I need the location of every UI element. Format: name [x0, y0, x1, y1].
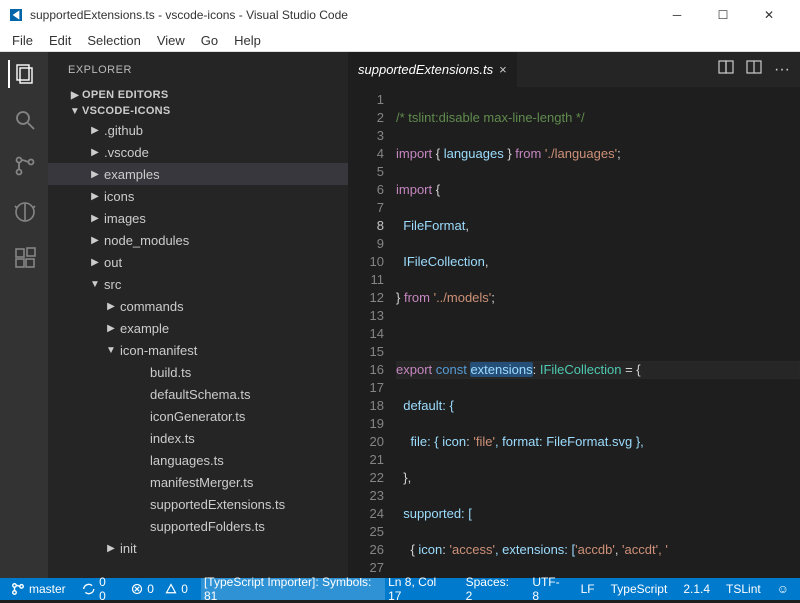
folder-commands[interactable]: ▶commands: [48, 295, 348, 317]
tab-label: supportedExtensions.ts: [358, 62, 493, 77]
status-spaces[interactable]: Spaces: 2: [463, 578, 520, 600]
maximize-button[interactable]: ☐: [700, 0, 746, 30]
status-eol[interactable]: LF: [578, 578, 598, 600]
search-icon[interactable]: [10, 106, 38, 134]
folder-init[interactable]: ▶init: [48, 537, 348, 559]
statusbar: master 0 0 0 0 [TypeScript Importer]: Sy…: [0, 578, 800, 600]
feedback-icon[interactable]: ☺: [774, 578, 792, 600]
folder-examples[interactable]: ▶examples: [48, 163, 348, 185]
status-branch[interactable]: master: [8, 578, 69, 600]
menu-go[interactable]: Go: [193, 31, 226, 50]
folder-icons[interactable]: ▶icons: [48, 185, 348, 207]
close-icon[interactable]: ×: [499, 62, 507, 77]
line-numbers: 1234567891011121314151617181920212223242…: [348, 87, 396, 578]
code-content[interactable]: /* tslint:disable max-line-length */ imp…: [396, 87, 800, 578]
status-language[interactable]: TypeScript: [608, 578, 671, 600]
extensions-icon[interactable]: [10, 244, 38, 272]
file-supportedFolders[interactable]: supportedFolders.ts: [48, 515, 348, 537]
debug-icon[interactable]: [10, 198, 38, 226]
code-editor[interactable]: 1234567891011121314151617181920212223242…: [348, 87, 800, 578]
editor-group: supportedExtensions.ts × ··· 12345678910…: [348, 52, 800, 578]
project-header[interactable]: ▼VSCODE-ICONS: [48, 103, 348, 119]
minimize-button[interactable]: ─: [654, 0, 700, 30]
status-encoding[interactable]: UTF-8: [529, 578, 567, 600]
status-errors[interactable]: 0 0: [128, 578, 191, 600]
sidebar: EXPLORER ▶OPEN EDITORS ▼VSCODE-ICONS ▶.g…: [48, 52, 348, 578]
tab-supportedExtensions[interactable]: supportedExtensions.ts ×: [348, 52, 517, 87]
file-supportedExtensions[interactable]: supportedExtensions.ts: [48, 493, 348, 515]
file-defaultSchema[interactable]: defaultSchema.ts: [48, 383, 348, 405]
more-icon[interactable]: ···: [774, 61, 790, 79]
folder-node-modules[interactable]: ▶node_modules: [48, 229, 348, 251]
activitybar: [0, 52, 48, 578]
folder-github[interactable]: ▶.github: [48, 119, 348, 141]
folder-images[interactable]: ▶images: [48, 207, 348, 229]
menu-file[interactable]: File: [4, 31, 41, 50]
vscode-icon: [8, 7, 24, 23]
file-iconGenerator[interactable]: iconGenerator.ts: [48, 405, 348, 427]
menu-help[interactable]: Help: [226, 31, 269, 50]
editor-tabs: supportedExtensions.ts × ···: [348, 52, 800, 87]
file-tree: ▶OPEN EDITORS ▼VSCODE-ICONS ▶.github ▶.v…: [48, 87, 348, 578]
status-version[interactable]: 2.1.4: [680, 578, 713, 600]
folder-example[interactable]: ▶example: [48, 317, 348, 339]
menu-edit[interactable]: Edit: [41, 31, 79, 50]
window-title: supportedExtensions.ts - vscode-icons - …: [30, 8, 654, 22]
explorer-icon[interactable]: [8, 60, 38, 88]
split-icon[interactable]: [746, 59, 762, 80]
status-ts-importer[interactable]: [TypeScript Importer]: Symbols: 81: [201, 578, 385, 600]
menu-view[interactable]: View: [149, 31, 193, 50]
open-editors-header[interactable]: ▶OPEN EDITORS: [48, 87, 348, 103]
folder-vscode[interactable]: ▶.vscode: [48, 141, 348, 163]
chevron-down-icon: ▼: [68, 106, 82, 117]
chevron-right-icon: ▶: [68, 90, 82, 101]
file-manifestMerger[interactable]: manifestMerger.ts: [48, 471, 348, 493]
file-index[interactable]: index.ts: [48, 427, 348, 449]
sidebar-title: EXPLORER: [48, 52, 348, 87]
source-control-icon[interactable]: [10, 152, 38, 180]
folder-icon-manifest[interactable]: ▼icon-manifest: [48, 339, 348, 361]
folder-out[interactable]: ▶out: [48, 251, 348, 273]
titlebar: supportedExtensions.ts - vscode-icons - …: [0, 0, 800, 30]
menu-selection[interactable]: Selection: [79, 31, 148, 50]
file-languages[interactable]: languages.ts: [48, 449, 348, 471]
file-build[interactable]: build.ts: [48, 361, 348, 383]
status-sync[interactable]: 0 0: [79, 578, 119, 600]
close-button[interactable]: ✕: [746, 0, 792, 30]
folder-src[interactable]: ▼src: [48, 273, 348, 295]
menubar: File Edit Selection View Go Help: [0, 30, 800, 52]
compare-icon[interactable]: [718, 59, 734, 80]
status-linter[interactable]: TSLint: [723, 578, 764, 600]
status-position[interactable]: Ln 8, Col 17: [385, 578, 452, 600]
